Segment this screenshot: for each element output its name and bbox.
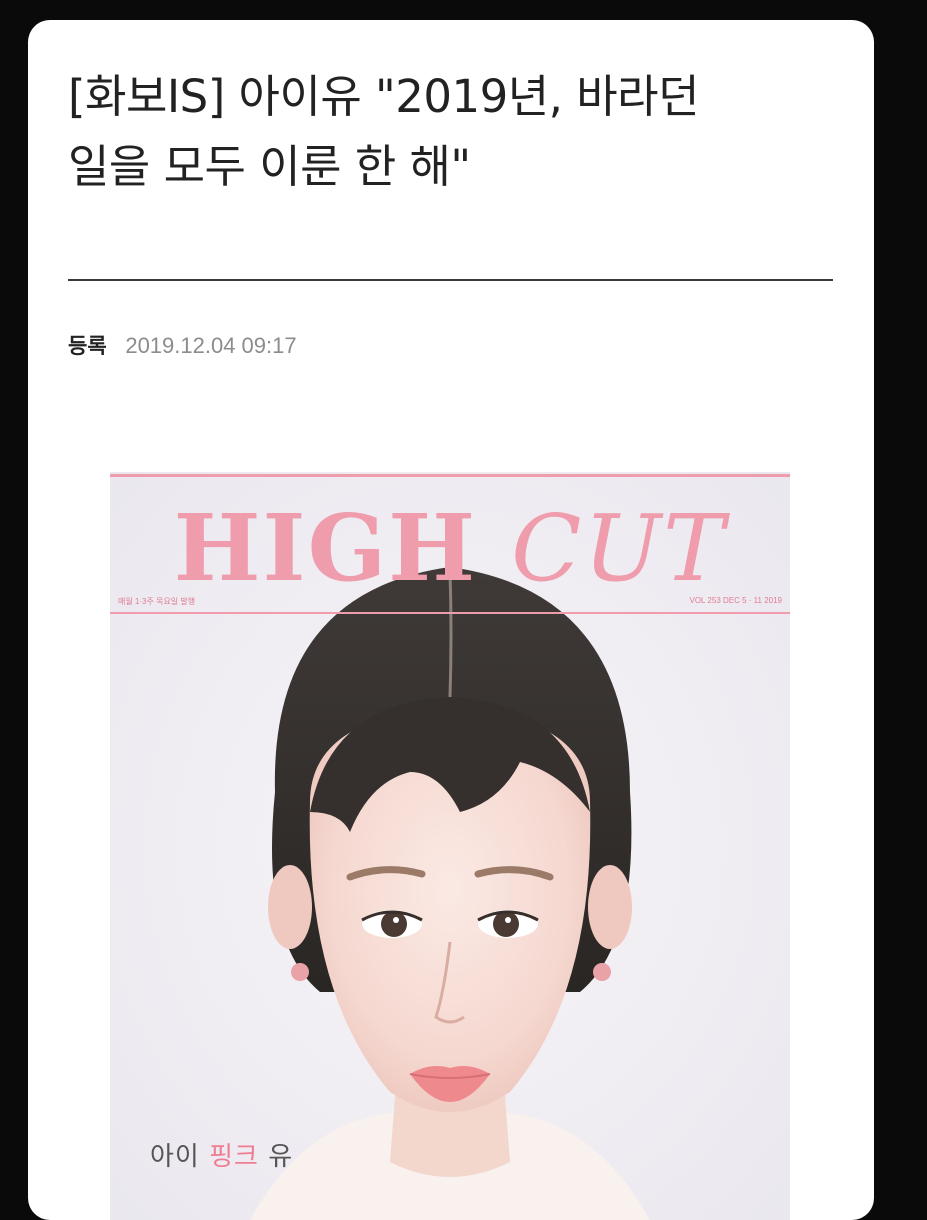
registered-label: 등록 bbox=[68, 334, 107, 358]
article-headline[interactable]: [화보IS] 아이유 "2019년, 바라던 일을 모두 이룬 한 해" bbox=[68, 62, 848, 202]
cover-caption: 아이 핑크 유 bbox=[150, 1136, 293, 1173]
magazine-masthead: HIGH CUT bbox=[110, 498, 790, 599]
cover-caption-a: 아이 bbox=[150, 1142, 210, 1172]
issue-info-right: VOL 253 DEC 5 · 11 2019 bbox=[689, 596, 783, 605]
cover-caption-b: 유 bbox=[258, 1142, 294, 1172]
masthead-high: HIGH bbox=[173, 494, 512, 602]
article-meta: 등록 2019.12.04 09:17 bbox=[68, 332, 297, 360]
cover-caption-pink: 핑크 bbox=[209, 1142, 259, 1172]
publish-date: 2019.12.04 09:17 bbox=[125, 333, 297, 358]
issue-info-left: 매월 1·3주 목요일 발행 bbox=[118, 597, 196, 606]
cover-top-rule bbox=[110, 474, 790, 477]
cover-masthead-rule bbox=[110, 612, 790, 614]
article-card: [화보IS] 아이유 "2019년, 바라던 일을 모두 이룬 한 해" 등록 … bbox=[28, 20, 874, 1220]
magazine-cover-image[interactable]: HIGH CUT 매월 1·3주 목요일 발행 VOL 253 DEC 5 · … bbox=[110, 472, 790, 1220]
masthead-cut: CUT bbox=[511, 495, 727, 602]
headline-divider bbox=[68, 279, 833, 281]
